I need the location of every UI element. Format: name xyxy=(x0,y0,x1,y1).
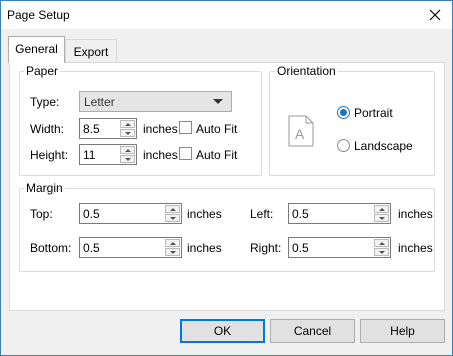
height-unit: inches xyxy=(143,148,178,162)
arrow-down-icon xyxy=(124,131,131,135)
spin-down-button[interactable] xyxy=(165,248,180,256)
ok-button[interactable]: OK xyxy=(180,319,265,343)
type-label: Type: xyxy=(30,95,60,109)
general-tab-panel: Paper Type: Letter Width: inches Auto Fi… xyxy=(9,62,445,311)
top-margin-input[interactable] xyxy=(80,204,164,223)
width-label: Width: xyxy=(30,122,65,136)
paper-type-value: Letter xyxy=(84,95,115,109)
spin-up-button[interactable] xyxy=(165,205,180,213)
arrow-up-icon xyxy=(169,207,176,211)
width-autofit-checkbox[interactable] xyxy=(179,121,192,134)
spin-up-button[interactable] xyxy=(120,120,135,128)
close-icon xyxy=(429,9,441,21)
left-margin-unit: inches xyxy=(398,207,433,221)
right-margin-label: Right: xyxy=(250,241,282,255)
landscape-label: Landscape xyxy=(354,139,413,153)
chevron-down-icon xyxy=(213,99,223,104)
height-autofit-checkbox[interactable] xyxy=(179,147,192,160)
spin-up-button[interactable] xyxy=(374,205,389,213)
top-margin-field[interactable] xyxy=(79,203,182,224)
right-margin-unit: inches xyxy=(398,241,433,255)
arrow-down-icon xyxy=(378,216,385,220)
spin-down-button[interactable] xyxy=(165,214,180,222)
bottom-margin-field[interactable] xyxy=(79,237,182,258)
title-bar: Page Setup xyxy=(1,1,452,29)
portrait-radio[interactable] xyxy=(337,106,350,119)
width-field[interactable] xyxy=(79,118,137,139)
window-title: Page Setup xyxy=(7,8,70,22)
arrow-up-icon xyxy=(378,207,385,211)
arrow-down-icon xyxy=(169,250,176,254)
arrow-up-icon xyxy=(124,148,131,152)
right-margin-spinner[interactable] xyxy=(374,239,389,256)
svg-text:A: A xyxy=(295,126,305,142)
left-margin-spinner[interactable] xyxy=(374,205,389,222)
landscape-radio[interactable] xyxy=(337,139,350,152)
right-margin-input[interactable] xyxy=(289,238,373,257)
left-margin-field[interactable] xyxy=(288,203,391,224)
orientation-group-label: Orientation xyxy=(275,64,338,78)
height-input[interactable] xyxy=(80,145,120,164)
left-margin-label: Left: xyxy=(250,207,274,221)
height-field[interactable] xyxy=(79,144,137,165)
page-setup-dialog: Page Setup General Export Paper Type: Le… xyxy=(0,0,453,356)
bottom-margin-spinner[interactable] xyxy=(165,239,180,256)
spin-down-button[interactable] xyxy=(120,129,135,137)
margin-group-label: Margin xyxy=(24,181,65,195)
width-unit: inches xyxy=(143,122,178,136)
top-margin-spinner[interactable] xyxy=(165,205,180,222)
right-margin-field[interactable] xyxy=(288,237,391,258)
arrow-up-icon xyxy=(169,241,176,245)
paper-group-label: Paper xyxy=(24,64,61,78)
width-spinner[interactable] xyxy=(120,120,135,137)
height-label: Height: xyxy=(30,148,69,162)
arrow-up-icon xyxy=(378,241,385,245)
bottom-margin-unit: inches xyxy=(187,241,222,255)
cancel-button[interactable]: Cancel xyxy=(270,319,355,343)
top-margin-label: Top: xyxy=(30,207,53,221)
help-button[interactable]: Help xyxy=(360,319,445,343)
width-input[interactable] xyxy=(80,119,120,138)
height-spinner[interactable] xyxy=(120,146,135,163)
arrow-down-icon xyxy=(169,216,176,220)
arrow-up-icon xyxy=(124,122,131,126)
spin-down-button[interactable] xyxy=(374,248,389,256)
margin-group xyxy=(19,188,435,272)
tab-export[interactable]: Export xyxy=(65,39,117,63)
portrait-label: Portrait xyxy=(354,106,393,120)
top-margin-unit: inches xyxy=(187,207,222,221)
spin-up-button[interactable] xyxy=(165,239,180,247)
height-autofit-label: Auto Fit xyxy=(196,148,238,162)
close-button[interactable] xyxy=(422,3,448,27)
spin-up-button[interactable] xyxy=(120,146,135,154)
arrow-down-icon xyxy=(124,157,131,161)
left-margin-input[interactable] xyxy=(289,204,373,223)
tab-general-label: General xyxy=(15,42,58,56)
bottom-margin-input[interactable] xyxy=(80,238,164,257)
width-autofit-label: Auto Fit xyxy=(196,122,238,136)
spin-down-button[interactable] xyxy=(120,155,135,163)
arrow-down-icon xyxy=(378,250,385,254)
tab-general[interactable]: General xyxy=(8,36,65,64)
paper-type-select[interactable]: Letter xyxy=(79,91,232,112)
spin-down-button[interactable] xyxy=(374,214,389,222)
portrait-page-icon: A xyxy=(288,115,314,147)
bottom-margin-label: Bottom: xyxy=(30,241,72,255)
tab-export-label: Export xyxy=(73,45,109,59)
spin-up-button[interactable] xyxy=(374,239,389,247)
